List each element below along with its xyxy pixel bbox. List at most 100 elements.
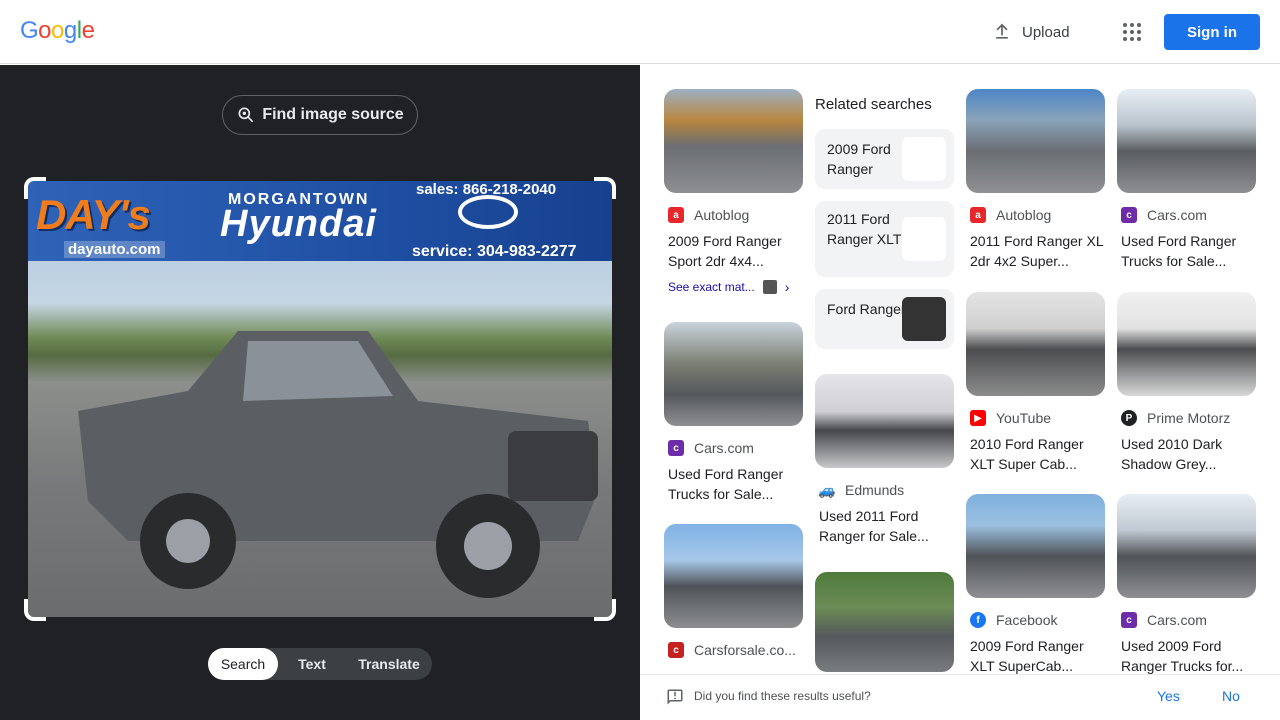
result-source: 🚙 Edmunds [818, 481, 954, 498]
feedback-bar: Did you find these results useful? Yes N… [640, 674, 1280, 720]
result-thumbnail[interactable] [1117, 292, 1256, 396]
source-name: Edmunds [845, 482, 905, 498]
result-thumbnail[interactable] [1117, 494, 1256, 598]
related-search-chip[interactable]: Ford Ranger [815, 289, 954, 349]
result-thumbnail[interactable] [664, 89, 803, 193]
result-card[interactable]: c Cars.com Used Ford Ranger Trucks for S… [1117, 89, 1256, 271]
query-image[interactable]: DAY's MORGANTOWN Hyundai sales: 866-218-… [28, 181, 612, 617]
related-search-chip[interactable]: 2009 Ford Ranger [815, 129, 954, 189]
edmunds-car-icon: 🚙 [818, 481, 836, 498]
result-card[interactable]: c Cars.com Used Ford Ranger Trucks for S… [664, 322, 803, 504]
result-thumbnail[interactable] [815, 374, 954, 468]
upload-button[interactable]: Upload [992, 20, 1070, 44]
source-name: Autoblog [694, 207, 750, 223]
source-name: Autoblog [996, 207, 1052, 223]
result-thumbnail[interactable] [664, 322, 803, 426]
autoblog-icon: a [970, 207, 986, 223]
feedback-question: Did you find these results useful? [694, 689, 871, 703]
result-thumbnail[interactable] [664, 524, 803, 628]
feedback-icon [667, 689, 683, 705]
pickup-truck-image [78, 331, 598, 598]
result-card[interactable]: ▶ YouTube 2010 Ford Ranger XLT Super Cab… [966, 292, 1105, 474]
related-search-label: Ford Ranger [827, 301, 906, 317]
autoblog-icon: a [668, 207, 684, 223]
result-title[interactable]: Used Ford Ranger Trucks for Sale... [1121, 231, 1256, 271]
result-card[interactable]: f Facebook 2009 Ford Ranger XLT SuperCab… [966, 494, 1105, 676]
source-name: Prime Motorz [1147, 410, 1231, 426]
source-name: YouTube [996, 410, 1052, 426]
result-source: c Cars.com [1121, 207, 1256, 223]
sales-phone: sales: 866-218-2040 [416, 181, 557, 198]
related-search-thumb [902, 137, 946, 181]
find-image-source-button[interactable]: Find image source [222, 95, 418, 135]
result-title[interactable]: 2011 Ford Ranger XL 2dr 4x2 Super... [970, 231, 1105, 271]
related-search-chip[interactable]: 2011 Ford Ranger XLT [815, 201, 954, 277]
result-source: c Cars.com [1121, 612, 1256, 628]
upload-icon [996, 23, 1008, 39]
result-title[interactable]: Used 2011 Ford Ranger for Sale... [819, 506, 954, 546]
result-card[interactable]: 🚙 Edmunds Used 2011 Ford Ranger for Sale… [815, 374, 954, 546]
result-thumbnail[interactable] [966, 89, 1105, 193]
related-search-label: 2011 Ford Ranger XLT [827, 211, 902, 247]
related-search-thumb [902, 217, 946, 261]
result-thumbnail[interactable] [1117, 89, 1256, 193]
dealer-website: dayauto.com [64, 241, 165, 258]
apps-grid-icon[interactable] [1120, 20, 1144, 44]
related-search-label: 2009 Ford Ranger [827, 141, 891, 177]
crop-handle-top-left[interactable] [24, 177, 46, 199]
mode-search[interactable]: Search [208, 648, 278, 680]
result-title[interactable]: Used 2010 Dark Shadow Grey... [1121, 434, 1256, 474]
mode-text[interactable]: Text [278, 648, 346, 680]
prime-motorz-icon: P [1121, 410, 1137, 426]
result-thumbnail[interactable] [966, 292, 1105, 396]
result-source: c Cars.com [668, 440, 803, 456]
find-image-source-label: Find image source [262, 106, 404, 123]
result-source: f Facebook [970, 612, 1105, 628]
result-thumbnail[interactable] [815, 572, 954, 672]
youtube-icon: ▶ [970, 410, 986, 426]
result-thumbnail[interactable] [966, 494, 1105, 598]
source-name: Cars.com [694, 440, 754, 456]
result-card[interactable] [815, 572, 954, 672]
exact-label: See exact mat... [668, 280, 755, 294]
dealer-name: DAY's [36, 191, 151, 238]
visual-matches-pane: a Autoblog 2009 Ford Ranger Sport 2dr 4x… [640, 65, 1280, 720]
dealer-brand: Hyundai [220, 203, 377, 245]
carsforsale-icon: c [668, 642, 684, 658]
feedback-no-button[interactable]: No [1222, 688, 1240, 704]
related-searches-title: Related searches [815, 96, 932, 113]
source-name: Facebook [996, 612, 1058, 628]
result-card[interactable]: P Prime Motorz Used 2010 Dark Shadow Gre… [1117, 292, 1256, 474]
result-card[interactable]: a Autoblog 2011 Ford Ranger XL 2dr 4x2 S… [966, 89, 1105, 271]
result-title[interactable]: 2009 Ford Ranger XLT SuperCab... [970, 636, 1105, 676]
crop-handle-top-right[interactable] [594, 177, 616, 199]
google-logo[interactable]: Google [20, 17, 95, 45]
result-title[interactable]: 2010 Ford Ranger XLT Super Cab... [970, 434, 1105, 474]
crop-handle-bottom-right[interactable] [594, 599, 616, 621]
result-source: c Carsforsale.co... [668, 642, 803, 658]
crop-handle-bottom-left[interactable] [24, 599, 46, 621]
feedback-yes-button[interactable]: Yes [1157, 688, 1180, 704]
facebook-icon: f [970, 612, 986, 628]
related-search-thumb [902, 297, 946, 341]
result-card[interactable]: c Carsforsale.co... [664, 524, 803, 658]
result-source: P Prime Motorz [1121, 410, 1256, 426]
exact-thumb-icon [762, 280, 777, 294]
sign-in-button[interactable]: Sign in [1164, 14, 1260, 50]
source-name: Cars.com [1147, 207, 1207, 223]
hyundai-logo-icon [458, 195, 518, 229]
result-title[interactable]: Used Ford Ranger Trucks for Sale... [668, 464, 803, 504]
service-phone: service: 304-983-2277 [412, 243, 577, 260]
result-source: ▶ YouTube [970, 410, 1105, 426]
chevron-right-icon: › [784, 279, 790, 295]
lens-mode-switcher: Search Text Translate [208, 648, 432, 680]
result-title[interactable]: 2009 Ford Ranger Sport 2dr 4x4... [668, 231, 803, 271]
result-card[interactable]: c Cars.com Used 2009 Ford Ranger Trucks … [1117, 494, 1256, 676]
dealer-banner: DAY's MORGANTOWN Hyundai sales: 866-218-… [28, 181, 612, 261]
upload-label: Upload [1022, 23, 1070, 41]
cars-com-icon: c [668, 440, 684, 456]
see-exact-matches-link[interactable]: See exact mat... › [668, 279, 803, 295]
result-card[interactable]: a Autoblog 2009 Ford Ranger Sport 2dr 4x… [664, 89, 803, 295]
mode-translate[interactable]: Translate [346, 648, 432, 680]
result-title[interactable]: Used 2009 Ford Ranger Trucks for... [1121, 636, 1256, 676]
